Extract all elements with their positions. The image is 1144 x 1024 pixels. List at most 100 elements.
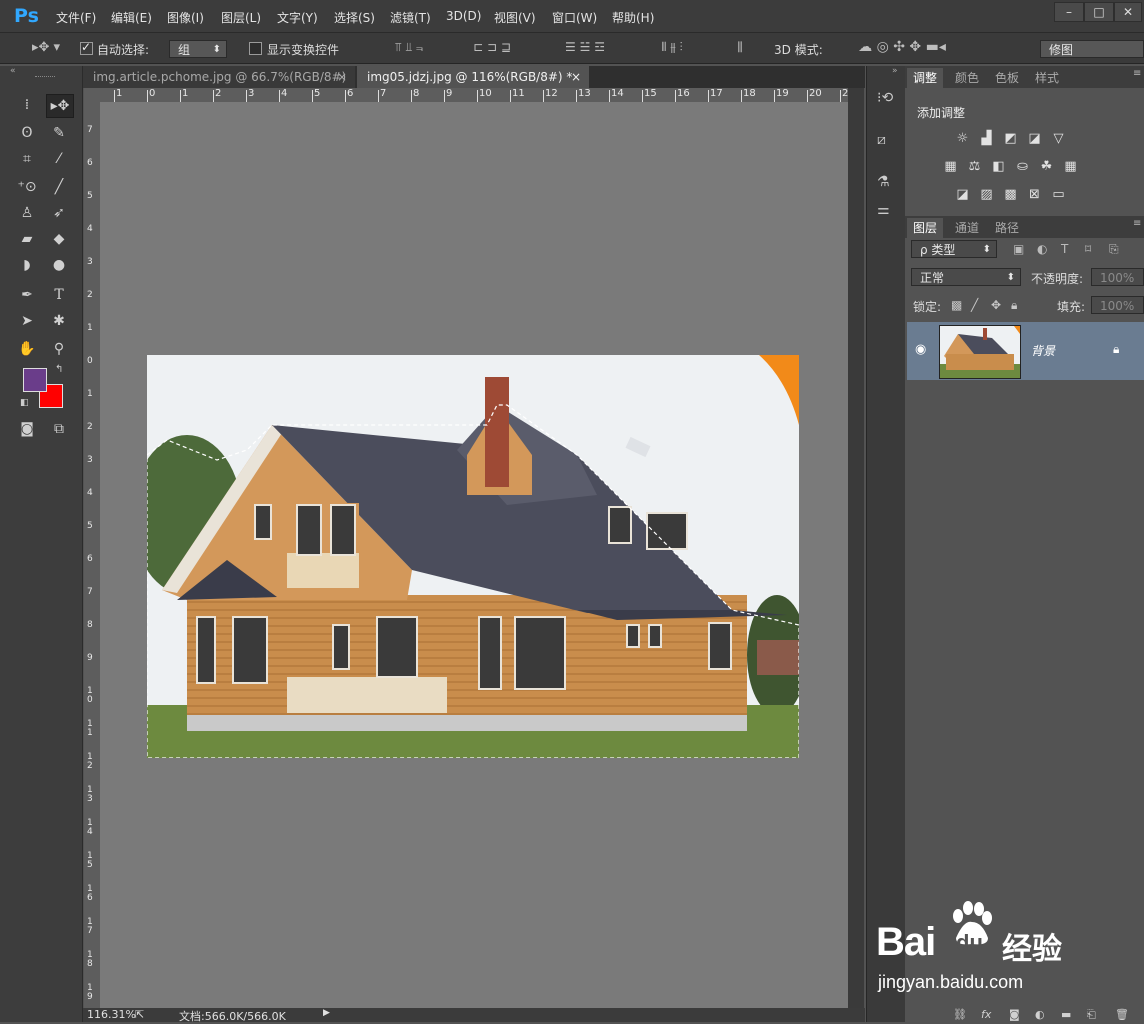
new-layer-icon[interactable]: ⎗ bbox=[1087, 1008, 1096, 1022]
lock-pixels-icon[interactable]: ╱ bbox=[971, 298, 978, 312]
3d-mode-icons[interactable]: ☁ ◎ ✣ ✥ ▬◂ bbox=[838, 39, 966, 55]
visibility-eye-icon[interactable]: ◉ bbox=[915, 342, 926, 357]
show-transform-checkbox[interactable] bbox=[249, 42, 262, 55]
menu-3d[interactable]: 3D(D) bbox=[446, 9, 481, 23]
eyedropper-tool-icon[interactable]: ⁄ bbox=[46, 148, 72, 170]
tab-paths[interactable]: 路径 bbox=[989, 218, 1025, 238]
hue-saturation-icon[interactable]: ▦ bbox=[943, 160, 958, 173]
canvas-area[interactable] bbox=[100, 102, 848, 1008]
menu-image[interactable]: 图像(I) bbox=[167, 9, 204, 26]
brush-tool-icon[interactable]: ╱ bbox=[46, 176, 72, 198]
quick-selection-tool-icon[interactable]: ✎ bbox=[46, 122, 72, 144]
ruler-left[interactable]: 7 6 5 4 3 2 1 0 1 2 3 4 5 6 7 8 9 10 11 12 13 14 15 16 17 18 19 bbox=[84, 102, 101, 1008]
tab-swatches[interactable]: 色板 bbox=[989, 68, 1025, 88]
tab-color[interactable]: 颜色 bbox=[949, 68, 985, 88]
opacity-input[interactable]: 100% bbox=[1091, 268, 1144, 286]
menu-window[interactable]: 窗口(W) bbox=[552, 9, 597, 26]
paint-bucket-tool-icon[interactable]: ◆ bbox=[46, 228, 72, 250]
smart-object-filter-icon[interactable]: ⎘ bbox=[1109, 242, 1119, 257]
vibrance-icon[interactable]: ▽ bbox=[1051, 132, 1066, 145]
tab-styles[interactable]: 样式 bbox=[1029, 68, 1065, 88]
toolbox-grip[interactable] bbox=[35, 76, 55, 80]
move-tool-preset-icon[interactable]: ▸✥ ▾ bbox=[28, 40, 64, 55]
default-colors-icon[interactable]: ◧ bbox=[20, 398, 29, 408]
expand-dock-icon[interactable]: » bbox=[892, 66, 898, 76]
exposure-icon[interactable]: ◪ bbox=[1027, 132, 1042, 145]
lock-all-icon[interactable]: 🔒︎ bbox=[1011, 298, 1017, 313]
delete-layer-icon[interactable]: 🗑︎ bbox=[1115, 1008, 1129, 1021]
link-layers-icon[interactable]: ⛓ bbox=[953, 1008, 967, 1021]
crop-tool-icon[interactable]: ⌗ bbox=[14, 148, 40, 170]
layer-name[interactable]: 背景 bbox=[1031, 342, 1055, 359]
history-brush-tool-icon[interactable]: ➶ bbox=[46, 202, 72, 224]
color-lookup-icon[interactable]: ▦ bbox=[1063, 160, 1078, 173]
zoom-level[interactable]: 116.31% bbox=[87, 1008, 136, 1021]
ruler-origin[interactable] bbox=[84, 88, 101, 103]
layer-row-background[interactable]: ◉ 背景 🔒︎ bbox=[907, 322, 1144, 380]
document-image[interactable] bbox=[147, 355, 799, 758]
invert-icon[interactable]: ◪ bbox=[955, 188, 970, 201]
tab-channels[interactable]: 通道 bbox=[949, 218, 985, 238]
tab-document-2[interactable]: img05.jdzj.jpg @ 116%(RGB/8#) * × bbox=[357, 66, 589, 88]
hand-tool-icon[interactable]: ✋ bbox=[14, 338, 40, 360]
gradient-map-icon[interactable]: ▭ bbox=[1051, 188, 1066, 201]
blur-tool-icon[interactable]: ◗ bbox=[14, 254, 40, 276]
channel-mixer-icon[interactable]: ☘ bbox=[1039, 160, 1054, 173]
menu-view[interactable]: 视图(V) bbox=[494, 9, 536, 26]
tab-adjustments[interactable]: 调整 bbox=[907, 68, 944, 88]
distribute-vertical-icons[interactable]: ☰ ☱ ☲ bbox=[550, 40, 620, 54]
pixel-filter-icon[interactable]: ▣ bbox=[1013, 242, 1024, 256]
menu-file[interactable]: 文件(F) bbox=[56, 9, 96, 26]
clone-stamp-tool-icon[interactable]: ♙ bbox=[14, 202, 40, 224]
menu-edit[interactable]: 编辑(E) bbox=[111, 9, 152, 26]
fx-icon[interactable]: fx bbox=[981, 1008, 991, 1021]
tab-document-1[interactable]: img.article.pchome.jpg @ 66.7%(RGB/8#) × bbox=[83, 66, 355, 88]
menu-help[interactable]: 帮助(H) bbox=[612, 9, 654, 26]
close-button[interactable]: ✕ bbox=[1114, 2, 1142, 22]
threshold-icon[interactable]: ▩ bbox=[1003, 188, 1018, 201]
auto-select-dropdown[interactable]: 组 ⬍ bbox=[169, 40, 227, 58]
menu-select[interactable]: 选择(S) bbox=[334, 9, 375, 26]
photo-filter-icon[interactable]: ⛀ bbox=[1015, 160, 1030, 173]
tab-layers[interactable]: 图层 bbox=[907, 218, 944, 238]
align-horizontal-icons[interactable]: ⊏ ⊐ ⊒ bbox=[456, 40, 528, 54]
actions-panel-icon[interactable]: ⧄ bbox=[877, 132, 886, 148]
workspace-dropdown[interactable]: 修图 bbox=[1040, 40, 1144, 58]
move-tool-icon[interactable]: ▸✥ bbox=[46, 94, 74, 118]
type-tool-icon[interactable]: T bbox=[46, 284, 72, 306]
zoom-tool-icon[interactable]: ⚲ bbox=[46, 338, 72, 360]
distribute-horizontal-icons[interactable]: ⫴ ⫵ ⫶ bbox=[636, 40, 708, 55]
brush-presets-icon[interactable]: ⚗ bbox=[877, 174, 890, 190]
custom-shape-tool-icon[interactable]: ✱ bbox=[46, 310, 72, 332]
menu-filter[interactable]: 滤镜(T) bbox=[390, 9, 431, 26]
brightness-icon[interactable]: ☼ bbox=[955, 132, 970, 145]
ruler-top[interactable]: 1 0 1 2 3 4 5 6 7 8 9 10 11 12 13 14 15 16 17 18 19 20 2 bbox=[100, 88, 848, 103]
adjustment-filter-icon[interactable]: ◐ bbox=[1037, 242, 1047, 256]
properties-panel-icon[interactable]: ⚌ bbox=[877, 202, 890, 218]
lasso-tool-icon[interactable]: ʘ bbox=[14, 122, 40, 144]
new-adjustment-layer-icon[interactable]: ◐ bbox=[1035, 1008, 1045, 1021]
swap-colors-icon[interactable]: ↰ bbox=[55, 364, 63, 375]
minimize-button[interactable]: – bbox=[1054, 2, 1084, 22]
blend-mode-dropdown[interactable]: 正常 ⬍ bbox=[911, 268, 1021, 286]
add-mask-icon[interactable]: ◙ bbox=[1009, 1008, 1020, 1021]
black-white-icon[interactable]: ◧ bbox=[991, 160, 1006, 173]
auto-select-checkbox[interactable]: ✓ bbox=[80, 40, 93, 55]
dodge-tool-icon[interactable]: ● bbox=[46, 254, 72, 276]
auto-align-icon[interactable]: ⫼ bbox=[730, 40, 750, 55]
shape-filter-icon[interactable]: ⌑ bbox=[1085, 242, 1091, 256]
curves-icon[interactable]: ◩ bbox=[1003, 132, 1018, 145]
status-menu-arrow[interactable]: ▶ bbox=[323, 1008, 330, 1018]
marquee-tool-icon[interactable]: ⁞ bbox=[14, 94, 40, 116]
tab-close-icon[interactable]: × bbox=[337, 66, 347, 88]
collapse-toolbox-icon[interactable]: « bbox=[10, 66, 16, 76]
levels-icon[interactable]: ▟ bbox=[979, 132, 994, 145]
lock-transparency-icon[interactable]: ▩ bbox=[951, 298, 962, 312]
panel-menu-icon[interactable]: ≡ bbox=[1133, 218, 1141, 229]
vertical-scrollbar[interactable] bbox=[848, 88, 864, 1008]
tab-close-icon[interactable]: × bbox=[571, 66, 581, 88]
pen-tool-icon[interactable]: ✒ bbox=[14, 284, 40, 306]
layer-filter-dropdown[interactable]: ρ 类型 ⬍ bbox=[911, 240, 997, 258]
panel-menu-icon[interactable]: ≡ bbox=[1133, 68, 1141, 79]
quick-mask-icon[interactable]: ◙ bbox=[14, 418, 40, 440]
